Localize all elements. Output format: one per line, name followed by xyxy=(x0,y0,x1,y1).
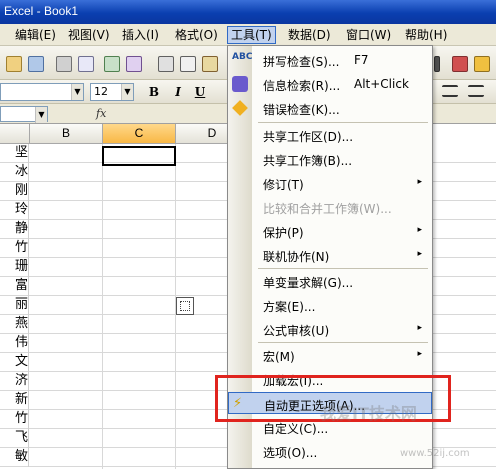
window-title: Excel - Book1 xyxy=(4,4,79,18)
fx-icon[interactable]: fx xyxy=(96,107,106,120)
copy-icon[interactable] xyxy=(180,56,196,72)
bold-button[interactable]: B xyxy=(146,84,162,100)
error-check-icon xyxy=(232,100,248,116)
menu-item-online-collaboration[interactable]: 联机协作(N) ▸ xyxy=(228,244,432,266)
menu-item-scenarios[interactable]: 方案(E)... xyxy=(228,294,432,316)
submenu-arrow-icon: ▸ xyxy=(417,177,422,187)
chart-wizard-icon[interactable] xyxy=(452,56,468,72)
menu-item-formula-auditing[interactable]: 公式审核(U) ▸ xyxy=(228,318,432,340)
cell-a[interactable]: 冰 xyxy=(0,163,29,182)
drawing-icon[interactable] xyxy=(474,56,490,72)
spelling-toolbar-icon[interactable] xyxy=(104,56,120,72)
cut-icon[interactable] xyxy=(158,56,174,72)
cell-a[interactable]: 竹 xyxy=(0,410,29,429)
menu-item-goal-seek[interactable]: 单变量求解(G)... xyxy=(228,270,432,292)
menu-bar: 编辑(E) 视图(V) 插入(I) 格式(O) 工具(T) 数据(D) 窗口(W… xyxy=(0,24,496,46)
menu-item-compare-merge: 比较和合并工作簿(W)... xyxy=(263,202,392,216)
menu-format[interactable]: 格式(O) xyxy=(172,26,221,44)
research-icon xyxy=(232,76,248,92)
spellcheck-icon: ABC xyxy=(232,52,253,62)
cell-a[interactable]: 伟 xyxy=(0,334,29,353)
font-name-dropdown-icon[interactable]: ▼ xyxy=(71,84,83,100)
menu-item-research[interactable]: 信息检索(R)... Alt+Click xyxy=(228,73,432,95)
sort-icon[interactable] xyxy=(434,56,440,72)
italic-button[interactable]: I xyxy=(170,84,186,100)
paste-icon[interactable] xyxy=(202,56,218,72)
cell-a[interactable]: 文 xyxy=(0,353,29,372)
menu-window[interactable]: 窗口(W) xyxy=(343,26,394,44)
watermark-logo: 我爱IT技术网 xyxy=(320,404,417,423)
menu-tools[interactable]: 工具(T) xyxy=(227,26,276,44)
submenu-arrow-icon: ▸ xyxy=(417,349,422,359)
cell-a[interactable]: 静 xyxy=(0,220,29,239)
cell-a[interactable]: 新 xyxy=(0,391,29,410)
cell-a[interactable]: 玲 xyxy=(0,201,29,220)
menu-item-protection[interactable]: 保护(P) ▸ xyxy=(228,220,432,242)
menu-edit[interactable]: 编辑(E) xyxy=(12,26,59,44)
menu-item-spelling[interactable]: ABC 拼写检查(S)... F7 xyxy=(228,49,432,71)
column-header-a[interactable] xyxy=(0,124,30,144)
menu-insert[interactable]: 插入(I) xyxy=(119,26,162,44)
paste-options-smart-tag-icon[interactable] xyxy=(176,297,194,315)
align-right-icon[interactable] xyxy=(442,85,458,97)
research-toolbar-icon[interactable] xyxy=(126,56,142,72)
underline-button[interactable]: U xyxy=(192,84,208,100)
font-name-box[interactable]: ▼ xyxy=(0,83,84,101)
submenu-arrow-icon: ▸ xyxy=(417,225,422,235)
cell-a[interactable]: 飞 xyxy=(0,429,29,448)
cell-a[interactable]: 珊 xyxy=(0,258,29,277)
print-preview-icon[interactable] xyxy=(78,56,94,72)
column-header-b[interactable]: B xyxy=(30,124,103,144)
save-icon[interactable] xyxy=(28,56,44,72)
menu-item-macro[interactable]: 宏(M) ▸ xyxy=(228,344,432,366)
font-size-box[interactable]: 12 ▼ xyxy=(90,83,134,101)
menu-help[interactable]: 帮助(H) xyxy=(402,26,450,44)
indent-icon[interactable] xyxy=(468,85,484,97)
active-cell-c[interactable] xyxy=(102,146,176,166)
menu-item-shared-workspace[interactable]: 共享工作区(D)... xyxy=(228,124,432,146)
cell-a[interactable]: 刚 xyxy=(0,182,29,201)
submenu-arrow-icon: ▸ xyxy=(417,323,422,333)
cell-a[interactable]: 敏 xyxy=(0,448,29,467)
open-icon[interactable] xyxy=(6,56,22,72)
font-size-value: 12 xyxy=(94,85,108,98)
cell-a[interactable]: 济 xyxy=(0,372,29,391)
cell-a[interactable]: 坚 xyxy=(0,144,29,163)
menu-item-error-check[interactable]: 错误检查(K)... xyxy=(228,97,432,119)
cell-a[interactable]: 富 xyxy=(0,277,29,296)
watermark-url: www.52ij.com xyxy=(400,448,470,459)
menu-data[interactable]: 数据(D) xyxy=(285,26,334,44)
name-box-dropdown-icon[interactable]: ▼ xyxy=(35,107,47,123)
title-bar: Excel - Book1 xyxy=(0,0,496,24)
menu-item-share-workbook[interactable]: 共享工作簿(B)... xyxy=(228,148,432,170)
cell-a[interactable]: 丽 xyxy=(0,296,29,315)
column-header-c[interactable]: C xyxy=(103,124,176,144)
menu-view[interactable]: 视图(V) xyxy=(65,26,113,44)
cell-a[interactable]: 燕 xyxy=(0,315,29,334)
font-size-dropdown-icon[interactable]: ▼ xyxy=(121,84,133,100)
menu-item-track-changes[interactable]: 修订(T) ▸ xyxy=(228,172,432,194)
cell-a[interactable]: 竹 xyxy=(0,239,29,258)
name-box[interactable]: ▼ xyxy=(0,106,48,123)
submenu-arrow-icon: ▸ xyxy=(417,249,422,259)
print-icon[interactable] xyxy=(56,56,72,72)
